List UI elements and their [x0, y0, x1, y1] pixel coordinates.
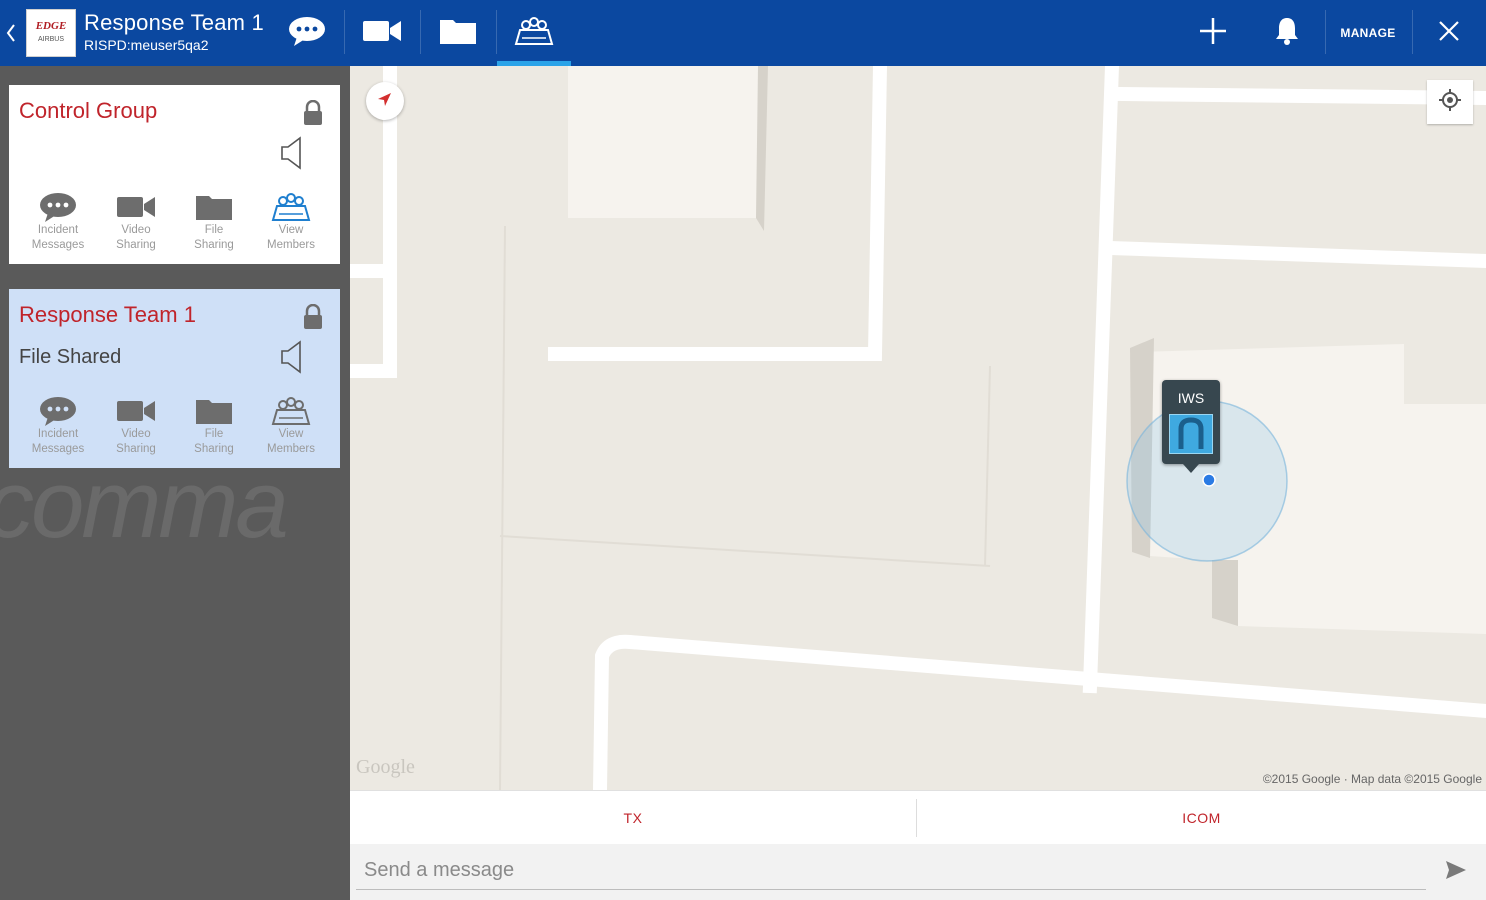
close-icon [1437, 19, 1461, 48]
speaker-icon[interactable] [280, 135, 304, 171]
plus-icon [1198, 16, 1228, 51]
close-button[interactable] [1426, 0, 1472, 66]
manage-label: MANAGE [1340, 26, 1396, 40]
user-id: RISPD:meuser5qa2 [84, 37, 209, 53]
group-card-status: File Shared [19, 346, 122, 368]
icom-label: ICOM [1182, 810, 1221, 826]
compass-icon [376, 90, 394, 113]
top-app-bar: EDGE AIRBUS Response Team 1 RISPD:meuser… [0, 0, 1486, 66]
folder-icon [175, 191, 253, 223]
video-sharing-action[interactable]: Video Sharing [97, 395, 175, 457]
chat-bubble-icon [19, 191, 97, 223]
marker-label: IWS [1177, 390, 1205, 406]
manage-button[interactable]: MANAGE [1328, 0, 1408, 66]
google-logo: Google [356, 756, 415, 778]
action-label: Members [267, 443, 315, 455]
group-card-control-group[interactable]: Control Group Incident Messages Video Sh… [9, 85, 340, 264]
tab-file-sharing[interactable] [421, 0, 495, 66]
file-sharing-action[interactable]: File Sharing [175, 395, 253, 457]
map-attribution[interactable]: ©2015 Google · Map data ©2015 Google [1263, 772, 1482, 786]
group-card-title: Control Group [19, 98, 158, 123]
map-tiles [350, 66, 1486, 790]
action-label: Sharing [116, 239, 156, 251]
lock-icon [302, 99, 324, 126]
add-button[interactable] [1188, 0, 1238, 66]
video-camera-icon [97, 191, 175, 223]
action-label: File [204, 428, 224, 440]
incident-messages-action[interactable]: Incident Messages [19, 395, 97, 457]
action-label: Video [121, 428, 151, 440]
bell-icon [1274, 16, 1300, 51]
push-to-talk-row: TX ICOM [350, 790, 1486, 844]
action-label: Messages [31, 239, 85, 251]
message-composer [350, 844, 1486, 900]
members-map-icon [252, 191, 330, 223]
chat-bubble-icon [19, 395, 97, 427]
back-chevron-icon[interactable] [4, 20, 18, 46]
group-card-response-team-1[interactable]: Response Team 1 File Shared Incident Mes… [9, 289, 340, 468]
action-label: Incident [37, 224, 79, 236]
map-view[interactable]: IWS Google ©2015 Google · Map data ©2015… [350, 66, 1486, 790]
radio-device-icon [1169, 414, 1213, 454]
video-camera-icon [362, 18, 402, 49]
group-list-sidebar: comma Control Group Incident Messages Vi… [0, 66, 350, 900]
marker-tail [1183, 464, 1199, 473]
group-card-title: Response Team 1 [19, 302, 196, 327]
action-label: Sharing [116, 443, 156, 455]
folder-icon [175, 395, 253, 427]
chat-bubble-icon [287, 15, 327, 52]
view-members-action[interactable]: View Members [252, 191, 330, 253]
tab-incident-messages[interactable] [270, 0, 344, 66]
logo-text: EDGE [35, 20, 67, 32]
incident-messages-action[interactable]: Incident Messages [19, 191, 97, 253]
member-marker[interactable]: IWS [1162, 380, 1220, 473]
action-label: Sharing [194, 239, 234, 251]
tx-label: TX [623, 810, 643, 826]
send-icon [1444, 859, 1468, 886]
members-map-icon [252, 395, 330, 427]
message-input[interactable] [356, 852, 1426, 890]
notifications-button[interactable] [1262, 0, 1312, 66]
compass-button[interactable] [366, 82, 404, 120]
send-button[interactable] [1442, 858, 1470, 886]
tx-button[interactable]: TX [350, 791, 916, 845]
my-location-button[interactable] [1427, 80, 1473, 124]
crosshair-icon [1438, 88, 1462, 117]
icom-button[interactable]: ICOM [917, 791, 1486, 845]
file-sharing-action[interactable]: File Sharing [175, 191, 253, 253]
action-label: Incident [37, 428, 79, 440]
members-map-icon [514, 16, 554, 51]
speaker-icon[interactable] [280, 339, 304, 375]
tab-video-sharing[interactable] [345, 0, 419, 66]
view-members-action[interactable]: View Members [252, 395, 330, 457]
video-sharing-action[interactable]: Video Sharing [97, 191, 175, 253]
logo-subtext: AIRBUS [37, 36, 65, 43]
lock-icon [302, 303, 324, 330]
action-label: Members [267, 239, 315, 251]
action-label: Sharing [194, 443, 234, 455]
action-label: File [204, 224, 224, 236]
current-location-dot [1202, 473, 1216, 487]
action-label: Video [121, 224, 151, 236]
group-title: Response Team 1 [84, 10, 264, 35]
app-logo: EDGE AIRBUS [26, 9, 76, 57]
folder-icon [439, 17, 477, 50]
video-camera-icon [97, 395, 175, 427]
action-label: Messages [31, 443, 85, 455]
tab-view-members[interactable] [497, 0, 571, 66]
action-label: View [278, 428, 304, 440]
action-label: View [278, 224, 304, 236]
